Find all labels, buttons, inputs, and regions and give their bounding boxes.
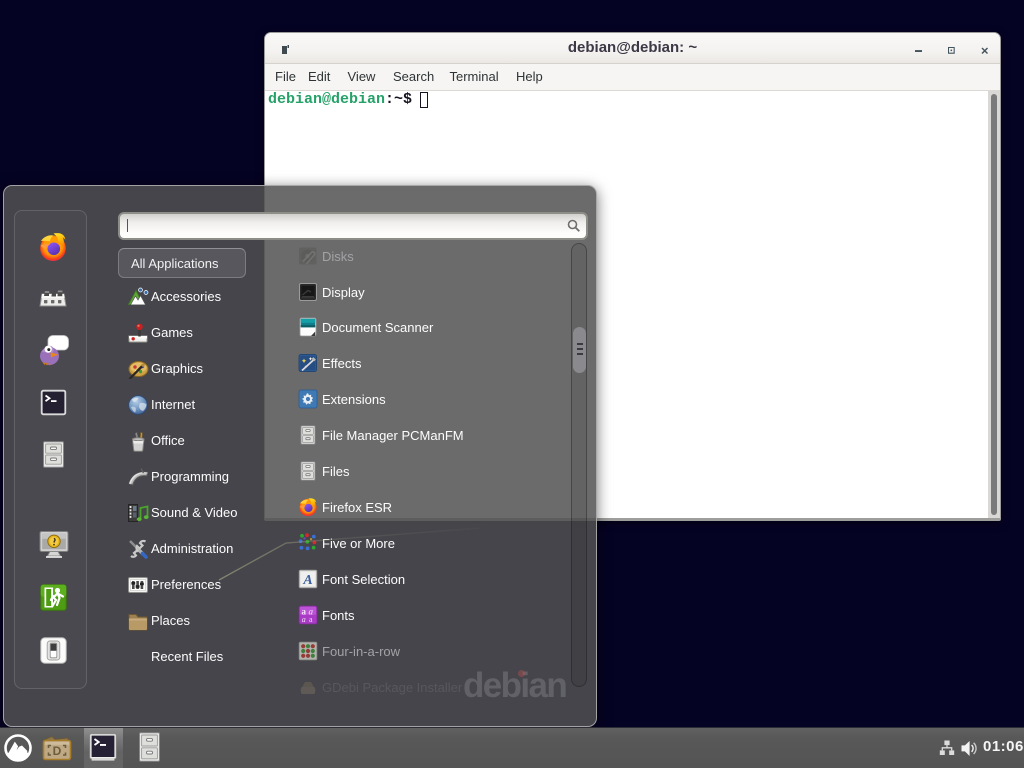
svg-text:D: D	[53, 744, 62, 758]
